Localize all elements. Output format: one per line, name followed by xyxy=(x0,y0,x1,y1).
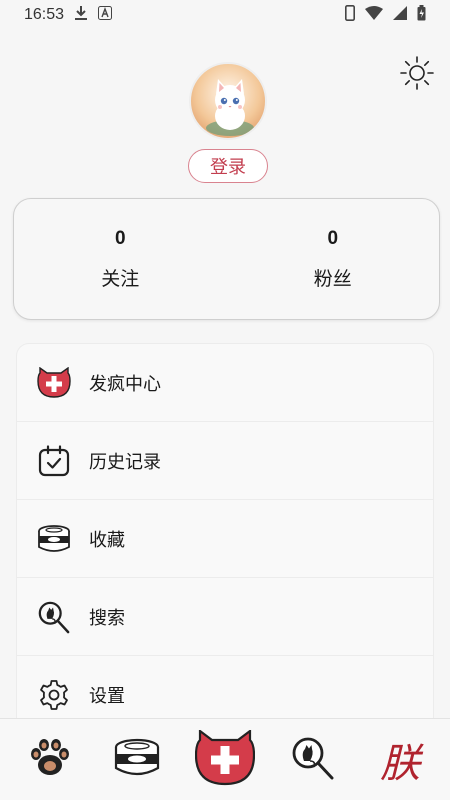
download-icon xyxy=(74,5,88,25)
login-button[interactable]: 登录 xyxy=(188,149,268,183)
tab-profile[interactable]: 朕 xyxy=(368,728,432,792)
menu-item-label: 收藏 xyxy=(89,529,125,551)
menu-list: 发疯中心 历史记录 收藏 搜索 设置 xyxy=(17,344,433,734)
paw-icon xyxy=(27,735,73,785)
menu-item-label: 搜索 xyxy=(89,607,125,629)
cat-cross-icon xyxy=(37,366,71,400)
sun-icon xyxy=(399,55,435,95)
can-icon xyxy=(37,522,71,556)
following-stat[interactable]: 0 关注 xyxy=(14,199,227,319)
menu-item-search[interactable]: 搜索 xyxy=(17,578,433,656)
keyboard-a-icon xyxy=(98,6,113,24)
zhen-glyph-icon: 朕 xyxy=(380,740,421,787)
cat-cross-icon xyxy=(194,728,256,790)
wifi-icon xyxy=(365,6,383,24)
tab-can[interactable] xyxy=(105,728,169,792)
tab-paw[interactable] xyxy=(18,728,82,792)
menu-item-label: 设置 xyxy=(89,685,125,707)
stats-card: 0 关注 0 粉丝 xyxy=(13,198,440,320)
followers-stat[interactable]: 0 粉丝 xyxy=(227,199,440,319)
tab-crazy-center[interactable] xyxy=(193,728,257,792)
avatar[interactable] xyxy=(189,62,267,140)
menu-item-label: 发疯中心 xyxy=(89,373,161,395)
following-count: 0 xyxy=(114,227,126,249)
gear-icon xyxy=(37,678,71,712)
menu-item-label: 历史记录 xyxy=(89,451,161,473)
theme-toggle-button[interactable] xyxy=(398,56,436,94)
phone-icon xyxy=(345,5,355,25)
kitten-avatar-image xyxy=(206,79,254,136)
following-label: 关注 xyxy=(101,267,140,290)
signal-icon xyxy=(393,6,407,24)
bottom-tab-bar: 朕 xyxy=(0,718,450,800)
menu-item-history[interactable]: 历史记录 xyxy=(17,422,433,500)
followers-count: 0 xyxy=(327,227,339,249)
cat-search-icon xyxy=(290,735,336,785)
cat-search-icon xyxy=(37,600,71,634)
menu-item-crazy-center[interactable]: 发疯中心 xyxy=(17,344,433,422)
menu-item-favorites[interactable]: 收藏 xyxy=(17,500,433,578)
tab-search[interactable] xyxy=(281,728,345,792)
status-bar: 16:53 xyxy=(0,0,450,30)
status-time: 16:53 xyxy=(24,6,65,23)
battery-icon xyxy=(417,5,426,25)
followers-label: 粉丝 xyxy=(313,267,352,290)
calendar-check-icon xyxy=(37,444,71,478)
can-icon xyxy=(113,738,161,782)
